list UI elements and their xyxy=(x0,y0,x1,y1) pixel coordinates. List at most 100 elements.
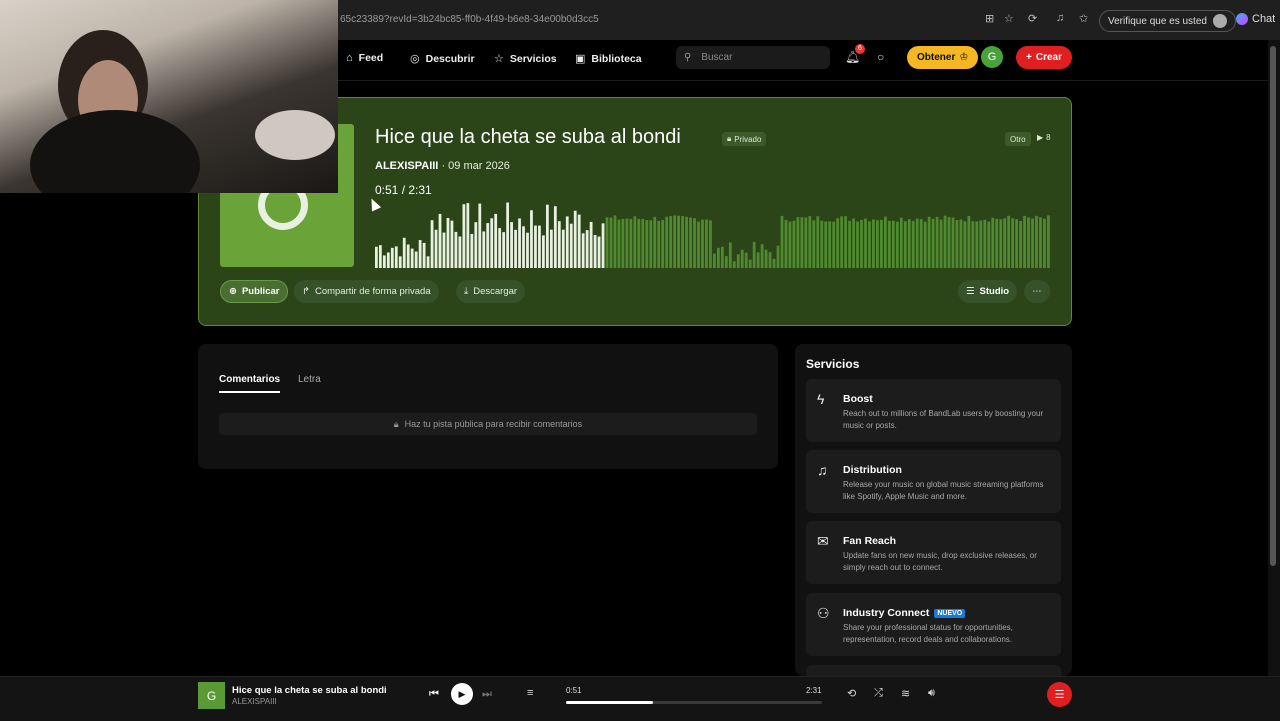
waveform-bar xyxy=(983,219,987,268)
artist-link[interactable]: ALEXISPAIII xyxy=(375,160,438,172)
library-icon: ▣ xyxy=(575,53,586,65)
more-options-icon[interactable]: ⋯ xyxy=(1212,12,1223,25)
waveform-bar xyxy=(585,230,589,268)
progress-slider[interactable] xyxy=(566,701,822,704)
nav-descubrir-label: Descubrir xyxy=(425,52,475,65)
track-date: · 09 mar 2026 xyxy=(441,160,510,172)
plus-icon: + xyxy=(1026,52,1032,63)
nav-feed[interactable]: ⌂ Feed xyxy=(346,52,383,64)
previous-icon[interactable]: ⏮︎ xyxy=(429,688,439,701)
lock-icon: 🔒︎ xyxy=(393,418,399,429)
waveform-bar xyxy=(1039,217,1042,268)
player-artist[interactable]: ALEXISPAIII xyxy=(232,697,277,706)
player-thumbnail[interactable]: G xyxy=(198,682,225,709)
search-box[interactable]: ⚲ xyxy=(676,46,830,69)
waveform-bar xyxy=(792,220,796,268)
waveform-bar xyxy=(971,221,975,268)
nav-biblioteca[interactable]: ▣ Biblioteca xyxy=(575,52,642,66)
studio-button[interactable]: ☰ Studio xyxy=(958,280,1018,303)
waveform-bar xyxy=(943,215,947,268)
waveform-bar xyxy=(474,222,478,268)
favorite-star-icon[interactable]: ☆ xyxy=(1004,12,1014,25)
privacy-label: Privado xyxy=(734,134,762,144)
service-partial[interactable] xyxy=(806,665,1061,676)
waveform-bar xyxy=(534,225,537,268)
waveform-bar xyxy=(736,254,740,268)
new-badge: NUEVO xyxy=(934,608,966,618)
waveform-bar xyxy=(498,228,502,268)
service-title: Fan Reach xyxy=(843,535,897,547)
queue-icon[interactable]: ≡ xyxy=(527,687,533,699)
crown-icon: ♔ xyxy=(959,52,969,63)
copilot-chat-button[interactable]: Chat xyxy=(1236,13,1275,25)
waveform-bar xyxy=(744,252,748,268)
waveform-bar xyxy=(577,214,581,268)
waveform-bar xyxy=(840,216,844,268)
nav-servicios[interactable]: ☆ Servicios xyxy=(494,52,557,66)
tab-letra[interactable]: Letra xyxy=(298,374,321,385)
waveform-bar xyxy=(828,221,832,268)
waveform[interactable] xyxy=(375,202,1051,268)
waveform-bar xyxy=(780,215,784,268)
waveform-bar xyxy=(645,220,649,268)
service-distribution[interactable]: ♫ Distribution Release your music on glo… xyxy=(806,450,1061,513)
address-bar[interactable]: 65c23389?revId=3b24bc85-ff0b-4f49-b6e8-3… xyxy=(340,14,599,25)
comments-notice-text: Haz tu pista pública para recibir coment… xyxy=(404,419,583,429)
play-button[interactable]: ▶ xyxy=(451,683,473,705)
page-scrollbar[interactable] xyxy=(1268,40,1280,676)
waveform-bar xyxy=(820,220,824,268)
menu-button[interactable]: ☰ xyxy=(1047,682,1072,707)
waveform-bar xyxy=(816,216,820,268)
waveform-bar xyxy=(657,220,661,268)
genre-badge[interactable]: Otro xyxy=(1005,132,1031,146)
waveform-bar xyxy=(398,256,402,268)
waveform-bar xyxy=(641,218,645,268)
nav-feed-label: Feed xyxy=(358,52,384,64)
service-desc: Share your professional status for oppor… xyxy=(843,623,1013,644)
waveform-bar xyxy=(466,203,470,268)
waveform-bar xyxy=(764,249,768,268)
waveform-bar xyxy=(872,219,875,268)
repeat-icon[interactable]: ⟲ xyxy=(847,687,856,700)
waveform-bar xyxy=(514,229,517,268)
nav-descubrir[interactable]: ◎ Descubrir xyxy=(410,52,475,66)
extensions-icon[interactable]: ⟳ xyxy=(1028,12,1037,25)
person-body xyxy=(30,110,200,193)
music-icon[interactable]: ♫ xyxy=(1056,12,1064,24)
waveform-bar xyxy=(856,221,859,268)
waveform-bar xyxy=(685,216,688,268)
service-desc: Update fans on new music, drop exclusive… xyxy=(843,551,1037,572)
messages-icon[interactable]: ○ xyxy=(877,50,884,64)
download-button[interactable]: ⤓ Descargar xyxy=(456,280,526,303)
waveform-bar xyxy=(565,216,569,268)
publicar-button[interactable]: ⊕ Publicar xyxy=(220,280,289,303)
more-actions-button[interactable]: ⋯ xyxy=(1024,280,1050,303)
waveform-bar xyxy=(502,232,506,268)
service-fan-reach[interactable]: ✉ Fan Reach Update fans on new music, dr… xyxy=(806,521,1061,584)
apps-icon[interactable]: ⊞ xyxy=(985,12,994,25)
waveform-bar xyxy=(999,219,1003,268)
waveform-bar xyxy=(923,221,927,268)
crear-button[interactable]: + Crear xyxy=(1016,46,1072,69)
service-boost[interactable]: ϟ Boost Reach out to millions of BandLab… xyxy=(806,379,1061,442)
user-avatar[interactable]: G xyxy=(981,46,1003,68)
player-title[interactable]: Hice que la cheta se suba al bondi xyxy=(232,685,387,696)
tab-comentarios[interactable]: Comentarios xyxy=(219,374,281,393)
next-icon[interactable]: ⏭︎ xyxy=(482,688,492,701)
autoplay-icon[interactable]: ≋ xyxy=(901,687,910,700)
waveform-bar xyxy=(796,217,800,268)
waveform-bar xyxy=(382,255,386,268)
obtener-button[interactable]: Obtener ♔ xyxy=(907,46,979,69)
waveform-bar xyxy=(450,220,454,268)
waveform-bar xyxy=(911,221,915,268)
service-industry-connect[interactable]: ⚇ Industry Connect NUEVO Share your prof… xyxy=(806,593,1061,656)
shuffle-icon[interactable]: ⤮ xyxy=(874,687,883,700)
favorites-icon[interactable]: ✩ xyxy=(1079,12,1088,25)
volume-icon[interactable]: 🔊︎ xyxy=(928,687,935,700)
share-private-button[interactable]: ↱ Compartir de forma privada xyxy=(294,280,439,303)
waveform-bar xyxy=(378,245,382,268)
scrollbar-thumb[interactable] xyxy=(1270,46,1276,566)
waveform-bar xyxy=(454,231,458,268)
service-desc: Reach out to millions of BandLab users b… xyxy=(843,409,1044,430)
search-input[interactable] xyxy=(699,51,814,64)
